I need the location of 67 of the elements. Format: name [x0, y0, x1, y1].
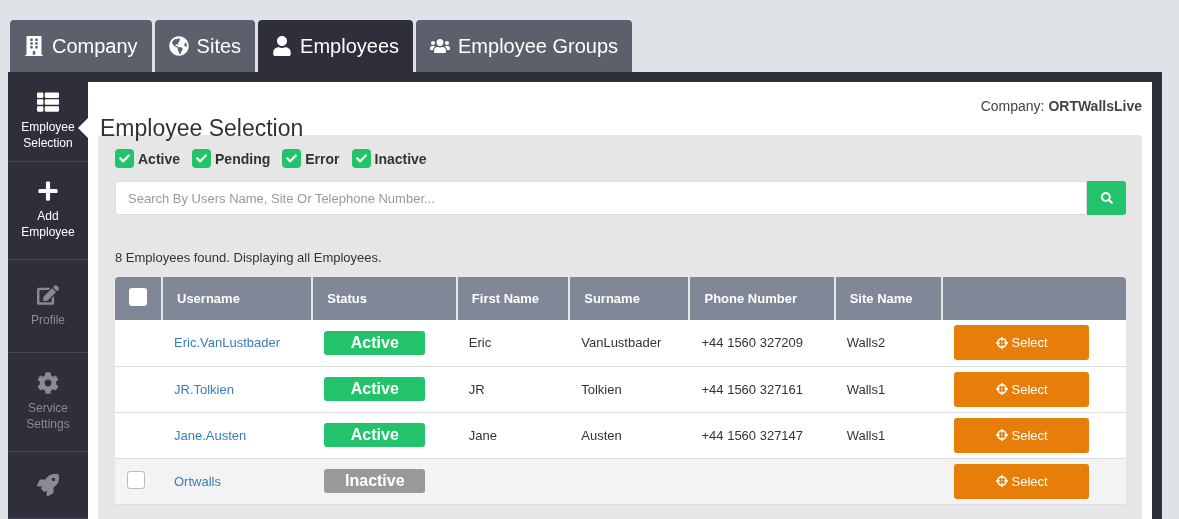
row-checkbox[interactable] [127, 470, 145, 489]
table-cell: Walls1 [846, 381, 886, 397]
status-badge: Active [324, 377, 426, 401]
table-cell: Austen [581, 427, 622, 443]
status-badge: Inactive [324, 469, 426, 493]
building-icon [24, 36, 44, 56]
search-field[interactable]: Search By Users Name, Site Or Telephone Number... [115, 181, 1087, 215]
check-icon [355, 153, 367, 164]
list-icon [37, 91, 59, 114]
table-cell: Jane [468, 427, 498, 443]
column-header: Phone Number [689, 277, 835, 320]
username-link[interactable]: Jane.Austen [174, 427, 247, 443]
column-header: Username [162, 277, 313, 320]
user-icon [272, 36, 293, 56]
filter-label: Active [138, 150, 181, 167]
table-cell: JR [468, 381, 485, 397]
table-cell: +44 1560 327161 [701, 381, 804, 397]
check-icon [196, 153, 208, 164]
filter-label: Pending [215, 150, 271, 167]
search-icon [1100, 192, 1113, 204]
table-cell: +44 1560 327147 [701, 427, 804, 443]
company-label: Company: ORTWallsLive [980, 98, 1142, 114]
username-link[interactable]: Ortwalls [174, 473, 221, 489]
column-header: Surname [569, 277, 690, 320]
table-cell: VanLustbader [581, 335, 662, 351]
tab[interactable]: Employees [258, 20, 413, 72]
rocket-icon [37, 473, 59, 496]
select-button[interactable]: Select [954, 417, 1090, 453]
status-badge: Active [324, 423, 426, 447]
username-link[interactable]: Eric.VanLustbader [174, 335, 280, 351]
column-header: First Name [456, 277, 570, 320]
crosshair-icon [995, 383, 1008, 395]
search-button[interactable] [1087, 181, 1126, 215]
table-cell: Eric [468, 335, 492, 351]
plus-icon [37, 180, 59, 203]
result-count: 8 Employees found. Displaying all Employees. [115, 250, 383, 265]
filter-label: Inactive [374, 150, 427, 167]
table-cell: Walls1 [846, 427, 886, 443]
table-cell: +44 1560 327209 [701, 335, 804, 351]
checkbox[interactable] [282, 149, 302, 168]
checkbox[interactable] [192, 149, 212, 168]
settings-icon [37, 371, 59, 394]
page-title: Employee Selection [100, 115, 304, 142]
check-icon [119, 153, 130, 164]
table-cell: Tolkien [581, 381, 622, 397]
tab[interactable]: Company [10, 20, 152, 72]
username-link[interactable]: JR.Tolkien [174, 381, 234, 397]
status-badge: Active [324, 330, 426, 355]
crosshair-icon [995, 336, 1008, 349]
column-header: Site Name [834, 277, 943, 320]
checkbox[interactable] [115, 149, 134, 168]
edit-icon [37, 284, 59, 307]
tab[interactable]: Employee Groups [416, 20, 633, 72]
select-button[interactable]: Select [954, 325, 1090, 361]
select-all-checkbox[interactable] [129, 288, 147, 306]
select-button[interactable]: Select [954, 371, 1090, 407]
tab[interactable]: Sites [154, 20, 256, 72]
checkbox[interactable] [351, 149, 371, 168]
filter-label: Error [305, 150, 340, 167]
users-icon [430, 36, 450, 56]
crosshair-icon [995, 475, 1008, 487]
select-button[interactable]: Select [954, 463, 1090, 499]
globe-icon [168, 36, 189, 56]
check-icon [286, 153, 298, 164]
table-cell: Walls2 [846, 335, 886, 351]
column-header: Status [312, 277, 457, 320]
crosshair-icon [995, 429, 1008, 441]
